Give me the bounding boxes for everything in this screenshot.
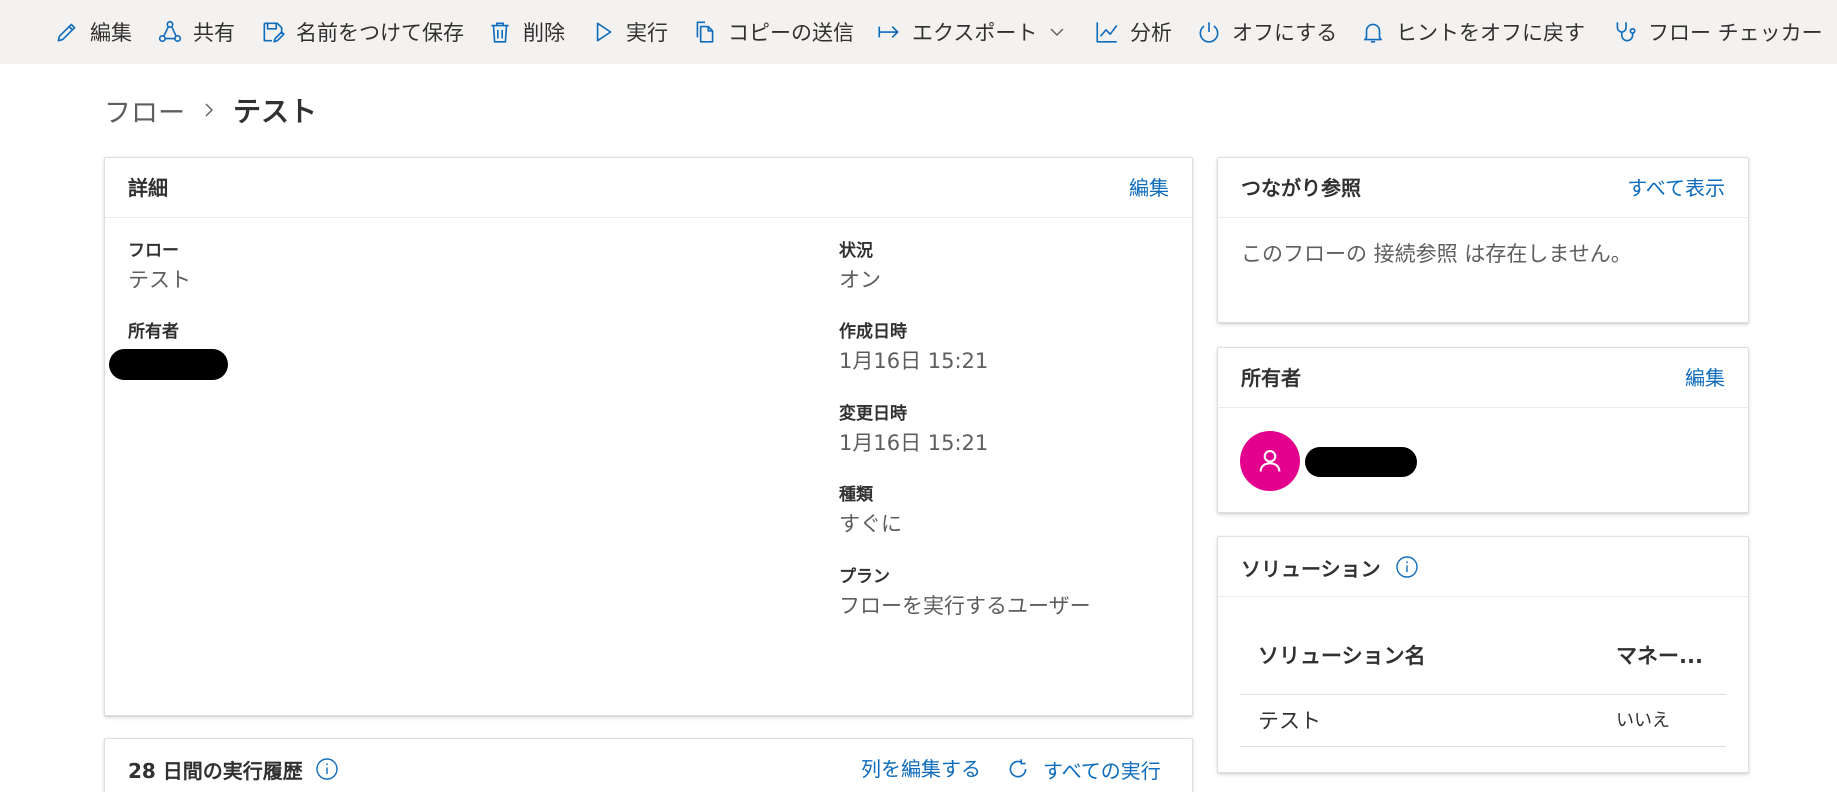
solutions-title: ソリューション	[1241, 556, 1381, 581]
run-button[interactable]: 実行	[590, 14, 668, 50]
share-label: 共有	[193, 21, 235, 45]
hints-off-label: ヒントをオフに戻す	[1396, 21, 1585, 45]
owners-header: 所有者 編集	[1218, 348, 1748, 408]
share-icon	[158, 20, 182, 43]
edit-columns-link[interactable]: 列を編集する	[861, 739, 981, 792]
person-icon	[1259, 450, 1281, 472]
chart-line-icon	[1096, 22, 1118, 43]
plan-field: プラン フローを実行するユーザー	[839, 566, 1091, 622]
plan-value: フローを実行するユーザー	[839, 594, 1091, 618]
status-value: オン	[839, 268, 881, 292]
edit-label: 編集	[90, 21, 132, 45]
send-copy-button[interactable]: コピーの送信	[692, 14, 854, 50]
connection-references-title: つながり参照	[1241, 176, 1361, 200]
hints-off-button[interactable]: ヒントをオフに戻す	[1360, 14, 1585, 50]
chevron-down-icon	[1050, 28, 1064, 36]
delete-label: 削除	[523, 21, 565, 45]
avatar	[1240, 431, 1300, 491]
flow-name-value: テスト	[128, 268, 191, 292]
managed-cell: いいえ	[1616, 710, 1670, 731]
owners-title: 所有者	[1241, 366, 1301, 390]
save-as-icon	[263, 22, 285, 43]
details-card-header: 詳細 編集	[105, 158, 1192, 218]
save-as-button[interactable]: 名前をつけて保存	[260, 14, 464, 50]
flow-checker-button[interactable]: フロー チェッカー	[1612, 14, 1823, 50]
share-button[interactable]: 共有	[157, 14, 235, 50]
flow-name-field: フロー テスト	[128, 240, 191, 296]
run-history-card: 28 日間の実行履歴 列を編集する すべての実行	[104, 738, 1193, 792]
type-value: すぐに	[839, 512, 902, 536]
export-button[interactable]: エクスポート	[876, 14, 1067, 50]
connection-references-header: つながり参照 すべて表示	[1218, 158, 1748, 218]
modified-label: 変更日時	[839, 404, 907, 424]
modified-value: 1月16日 15:21	[839, 431, 989, 455]
owner-label: 所有者	[128, 322, 179, 342]
details-card: 詳細 編集 フロー テスト 所有者 状況 オン 作成日時 1月16日 15:21…	[104, 157, 1193, 716]
solutions-heading: ソリューション	[1241, 537, 1419, 597]
redacted-owner-name	[1305, 447, 1417, 477]
type-field: 種類 すぐに	[839, 484, 902, 540]
created-field: 作成日時 1月16日 15:21	[839, 321, 988, 377]
solution-name-column-header[interactable]: ソリューション名	[1258, 617, 1426, 695]
chevron-right-icon	[205, 103, 213, 117]
status-label: 状況	[839, 241, 873, 261]
run-history-title: 28 日間の実行履歴	[128, 758, 303, 783]
export-arrow-icon	[878, 26, 899, 38]
details-edit-link[interactable]: 編集	[1129, 158, 1169, 218]
solutions-table-header: ソリューション名 マネー...	[1240, 617, 1726, 695]
breadcrumb: フロー テスト	[104, 91, 318, 130]
run-history-heading: 28 日間の実行履歴	[128, 739, 339, 792]
solutions-header: ソリューション	[1218, 537, 1748, 597]
analytics-button[interactable]: 分析	[1094, 14, 1172, 50]
managed-column-header[interactable]: マネー...	[1616, 617, 1703, 695]
all-runs-link[interactable]: すべての実行	[1005, 739, 1161, 792]
turn-off-label: オフにする	[1232, 21, 1338, 45]
analytics-label: 分析	[1130, 21, 1172, 45]
redacted-owner-name	[109, 349, 228, 380]
refresh-icon	[1009, 759, 1027, 778]
created-label: 作成日時	[839, 322, 907, 342]
trash-icon	[491, 22, 509, 43]
breadcrumb-parent[interactable]: フロー	[104, 91, 185, 130]
stethoscope-icon	[1616, 22, 1636, 42]
owners-card: 所有者 編集	[1217, 347, 1749, 513]
delete-button[interactable]: 削除	[487, 14, 565, 50]
info-icon[interactable]	[1395, 555, 1419, 579]
all-runs-label: すべての実行	[1043, 758, 1161, 783]
plan-label: プラン	[839, 567, 890, 587]
power-icon	[1199, 22, 1219, 43]
owners-edit-link[interactable]: 編集	[1685, 348, 1725, 408]
flow-checker-label: フロー チェッカー	[1648, 21, 1823, 45]
solutions-card: ソリューション ソリューション名 マネー... テスト いいえ	[1217, 536, 1749, 773]
details-title: 詳細	[128, 176, 168, 200]
turn-off-button[interactable]: オフにする	[1196, 14, 1337, 50]
created-value: 1月16日 15:21	[839, 349, 989, 373]
connection-references-card: つながり参照 すべて表示 このフローの 接続参照 は存在しません。	[1217, 157, 1749, 323]
run-label: 実行	[626, 21, 668, 45]
solution-name-cell: テスト	[1258, 709, 1321, 733]
flow-name-label: フロー	[128, 241, 179, 261]
edit-button[interactable]: 編集	[54, 14, 132, 50]
owner-field: 所有者	[128, 321, 179, 343]
bell-icon	[1364, 23, 1382, 43]
pencil-icon	[57, 23, 76, 42]
status-field: 状況 オン	[839, 240, 881, 296]
modified-field: 変更日時 1月16日 15:21	[839, 403, 988, 459]
play-icon	[596, 22, 612, 42]
breadcrumb-current: テスト	[233, 95, 318, 128]
info-icon[interactable]	[315, 757, 339, 781]
copy-icon	[696, 21, 714, 43]
save-as-label: 名前をつけて保存	[296, 21, 464, 45]
export-label: エクスポート	[912, 21, 1038, 45]
command-bar: 編集 共有 名前をつけて保存 削除 実行 コピーの送信 エクスポート 分析 オフ…	[0, 0, 1837, 64]
connection-references-empty-text: このフローの 接続参照 は存在しません。	[1241, 242, 1632, 266]
send-copy-label: コピーの送信	[728, 21, 854, 45]
see-all-link[interactable]: すべて表示	[1627, 158, 1725, 218]
type-label: 種類	[839, 485, 873, 505]
table-row[interactable]: テスト いいえ	[1240, 695, 1726, 747]
